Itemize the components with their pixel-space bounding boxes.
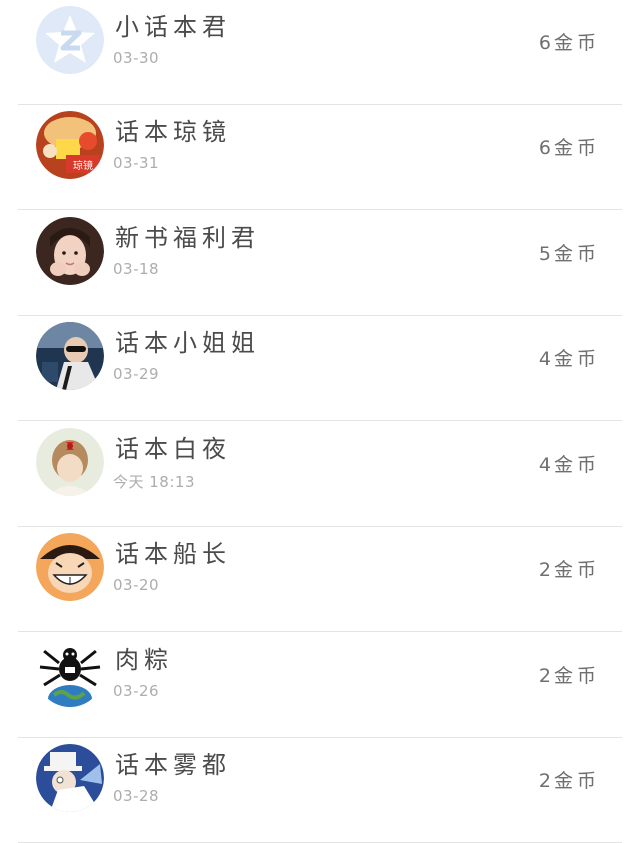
item-name: 话本小姐姐	[115, 329, 260, 357]
sunglasses-portrait-avatar	[36, 322, 104, 390]
item-name: 话本雾都	[115, 751, 231, 779]
coin-unit: 金币	[553, 137, 600, 159]
coin-amount: 2金币	[539, 555, 600, 582]
list-item[interactable]: 话本白夜 今天 18:13 4金币	[0, 422, 640, 527]
coin-count: 2	[538, 665, 554, 687]
avatar[interactable]	[36, 428, 104, 496]
coin-amount: 5金币	[539, 239, 600, 266]
item-name: 小话本君	[115, 13, 231, 41]
coin-unit: 金币	[553, 243, 600, 265]
qzone-star-icon	[36, 6, 104, 74]
coin-count: 6	[538, 137, 554, 159]
coin-count: 2	[538, 770, 554, 792]
coin-unit: 金币	[553, 348, 600, 370]
item-date: 03-20	[113, 576, 160, 594]
avatar[interactable]	[36, 217, 104, 285]
list-item[interactable]: 肉粽 03-26 2金币	[0, 633, 640, 738]
girl-portrait-avatar	[36, 217, 104, 285]
illustrated-avatar: 琼镜	[36, 111, 104, 179]
list-item[interactable]: 小话本君 03-30 6金币	[0, 0, 640, 105]
item-name: 话本船长	[115, 540, 231, 568]
anime-top-hat-avatar	[36, 744, 104, 812]
list-item[interactable]: 新书福利君 03-18 5金币	[0, 211, 640, 316]
item-date: 03-29	[113, 365, 160, 383]
avatar[interactable]	[36, 639, 104, 707]
divider	[18, 420, 622, 421]
coin-amount: 4金币	[539, 344, 600, 371]
girl-red-bow-avatar	[36, 428, 104, 496]
divider	[18, 631, 622, 632]
coin-unit: 金币	[553, 32, 600, 54]
coin-amount: 6金币	[539, 133, 600, 160]
avatar-stamp-text: 琼镜	[73, 159, 93, 172]
coin-unit: 金币	[553, 454, 600, 476]
coin-count: 5	[538, 243, 554, 265]
item-name: 肉粽	[115, 646, 173, 674]
coin-count: 2	[538, 559, 554, 581]
coin-count: 4	[538, 348, 554, 370]
list-item[interactable]: 话本船长 03-20 2金币	[0, 527, 640, 632]
avatar[interactable]	[36, 6, 104, 74]
item-date: 03-28	[113, 787, 160, 805]
coin-unit: 金币	[553, 770, 600, 792]
item-date: 03-30	[113, 49, 160, 67]
item-date: 今天 18:13	[113, 473, 195, 491]
item-name: 话本琼镜	[115, 118, 231, 146]
item-date: 03-18	[113, 260, 160, 278]
avatar[interactable]	[36, 533, 104, 601]
coin-unit: 金币	[553, 665, 600, 687]
coin-amount: 2金币	[539, 766, 600, 793]
coin-count: 6	[538, 32, 554, 54]
coin-amount: 6金币	[539, 28, 600, 55]
coin-unit: 金币	[553, 559, 600, 581]
reward-list: 小话本君 03-30 6金币 琼镜 话本琼镜 03-31 6金币 新书福利君 0…	[0, 0, 640, 843]
list-item[interactable]: 话本小姐姐 03-29 4金币	[0, 316, 640, 421]
anime-straw-hat-avatar	[36, 533, 104, 601]
item-date: 03-31	[113, 154, 160, 172]
avatar[interactable]: 琼镜	[36, 111, 104, 179]
item-name: 新书福利君	[115, 224, 260, 252]
list-item[interactable]: 话本雾都 03-28 2金币	[0, 738, 640, 843]
coin-amount: 4金币	[539, 450, 600, 477]
list-item[interactable]: 琼镜 话本琼镜 03-31 6金币	[0, 105, 640, 210]
avatar[interactable]	[36, 744, 104, 812]
coin-amount: 2金币	[539, 661, 600, 688]
item-date: 03-26	[113, 682, 160, 700]
item-name: 话本白夜	[115, 435, 231, 463]
divider	[18, 209, 622, 210]
spider-earth-avatar	[36, 639, 104, 707]
avatar[interactable]	[36, 322, 104, 390]
coin-count: 4	[538, 454, 554, 476]
